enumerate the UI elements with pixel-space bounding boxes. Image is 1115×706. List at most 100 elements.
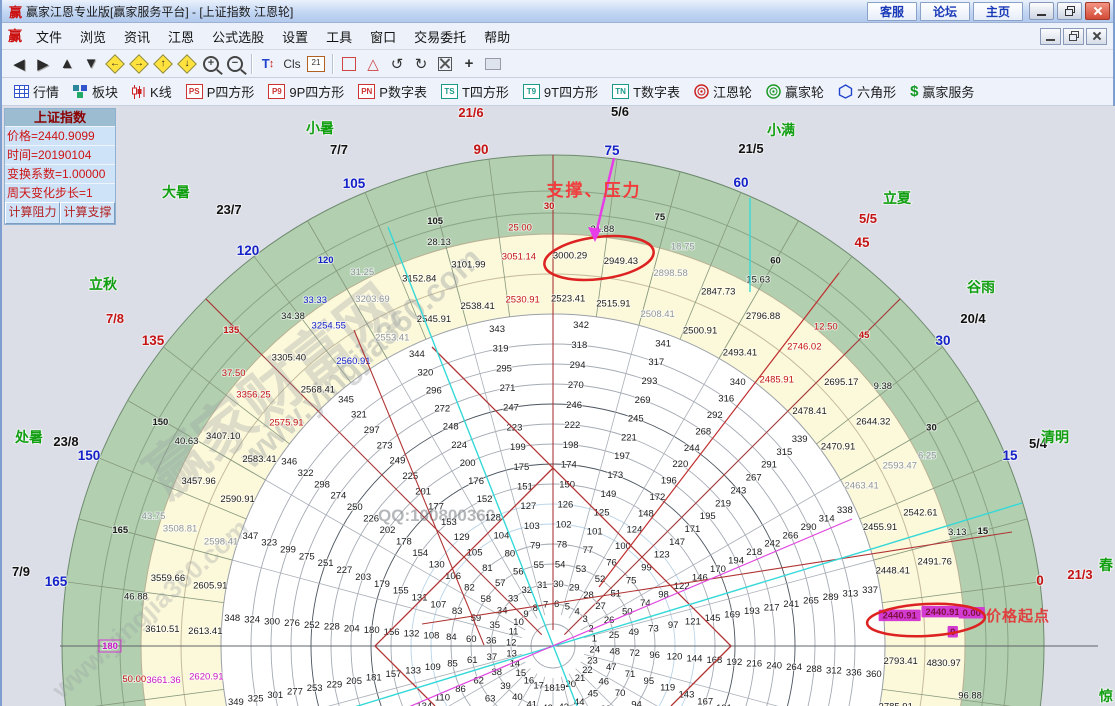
svg-text:144: 144 [687, 653, 703, 664]
svg-text:3000.29: 3000.29 [553, 250, 587, 261]
svg-text:78: 78 [557, 539, 568, 550]
down-triangle-icon[interactable]: ▼ [79, 53, 103, 75]
svg-text:15: 15 [978, 526, 989, 537]
p-square[interactable]: PSP四方形 [179, 82, 262, 101]
svg-text:73: 73 [648, 623, 659, 634]
time-row: 时间=20190104 [5, 145, 115, 164]
kline[interactable]: K线 [125, 82, 179, 101]
menu-item-7[interactable]: 窗口 [361, 25, 405, 48]
rotate-cw-icon[interactable]: ↻ [409, 53, 433, 75]
child-close-button[interactable] [1086, 28, 1107, 45]
zoom-in-icon[interactable]: + [199, 53, 223, 75]
svg-text:360: 360 [866, 669, 882, 680]
t-square[interactable]: TST四方形 [434, 82, 516, 101]
market-quotes[interactable]: 行情 [7, 82, 66, 101]
svg-text:23/7: 23/7 [216, 202, 241, 217]
svg-text:102: 102 [556, 519, 572, 530]
svg-text:18.75: 18.75 [671, 242, 695, 253]
child-minimize-button[interactable] [1040, 28, 1061, 45]
svg-text:298: 298 [314, 479, 330, 490]
customer-service-button[interactable]: 客服 [867, 2, 917, 21]
svg-text:293: 293 [642, 376, 658, 387]
close-button[interactable] [1085, 2, 1110, 20]
menu-item-6[interactable]: 工具 [317, 25, 361, 48]
svg-text:5/6: 5/6 [611, 106, 629, 119]
winner-service[interactable]: $赢家服务 [903, 82, 981, 101]
gann-wheel-canvas[interactable]: 赢家财富网www.yingjia360.comwww.yingjia360.co… [2, 106, 1115, 706]
gann-wheel[interactable]: 江恩轮 [687, 82, 759, 101]
svg-text:217: 217 [764, 602, 780, 613]
up-triangle-icon[interactable]: ▲ [55, 53, 79, 75]
svg-text:290: 290 [801, 522, 817, 533]
restore-button[interactable] [1057, 2, 1082, 20]
svg-text:105: 105 [467, 548, 483, 559]
svg-text:150: 150 [152, 417, 168, 428]
pan-down-icon[interactable]: ↓ [175, 53, 199, 75]
cls-icon[interactable]: Cls [280, 53, 304, 75]
menu-item-1[interactable]: 浏览 [71, 25, 115, 48]
svg-text:95: 95 [644, 676, 655, 687]
winner-wheel[interactable]: 赢家轮 [759, 82, 831, 101]
svg-text:2440.91: 2440.91 [925, 607, 960, 618]
svg-text:101: 101 [587, 526, 603, 537]
svg-text:9.38: 9.38 [874, 381, 893, 392]
menu-item-2[interactable]: 资讯 [115, 25, 159, 48]
svg-text:30: 30 [544, 201, 555, 212]
forward-icon[interactable]: ▶ [31, 53, 55, 75]
svg-text:167: 167 [697, 696, 713, 706]
pan-right-icon[interactable]: → [127, 53, 151, 75]
menu-item-9[interactable]: 帮助 [475, 25, 519, 48]
back-icon[interactable]: ◀ [7, 53, 31, 75]
t9-square[interactable]: T99T四方形 [516, 82, 605, 101]
homepage-button[interactable]: 主页 [973, 2, 1023, 21]
t-updown-icon[interactable]: T↕ [256, 53, 280, 75]
square-tool-icon[interactable] [337, 53, 361, 75]
svg-text:6: 6 [554, 599, 559, 610]
zoom-out-icon[interactable]: − [223, 53, 247, 75]
menu-item-5[interactable]: 设置 [273, 25, 317, 48]
svg-text:75: 75 [626, 575, 637, 586]
svg-text:288: 288 [806, 664, 822, 675]
center-icon[interactable]: + [457, 53, 481, 75]
forum-button[interactable]: 论坛 [920, 2, 970, 21]
calendar-icon[interactable]: 21 [304, 53, 328, 75]
svg-text:320: 320 [417, 367, 433, 378]
t-number-table[interactable]: TNT数字表 [605, 82, 687, 101]
svg-text:30: 30 [935, 333, 950, 348]
menu-item-4[interactable]: 公式选股 [203, 25, 273, 48]
calc-resistance-button[interactable]: 计算阻力 [5, 202, 60, 224]
svg-text:322: 322 [298, 468, 314, 479]
svg-text:169: 169 [724, 609, 740, 620]
p-number-table[interactable]: PNP数字表 [351, 82, 434, 101]
svg-text:248: 248 [443, 422, 459, 433]
xbox-icon[interactable] [433, 53, 457, 75]
menu-item-0[interactable]: 文件 [27, 25, 71, 48]
svg-text:342: 342 [573, 320, 589, 331]
minimize-button[interactable] [1029, 2, 1054, 20]
calc-support-button[interactable]: 计算支撑 [60, 202, 115, 224]
menu-item-3[interactable]: 江恩 [159, 25, 203, 48]
triangle-tool-icon[interactable]: △ [361, 53, 385, 75]
svg-text:200: 200 [460, 458, 476, 469]
coefficient-row: 变换系数=1.00000 [5, 164, 115, 183]
svg-text:265: 265 [803, 596, 819, 607]
svg-text:83: 83 [452, 606, 463, 617]
p9-square[interactable]: P99P四方形 [261, 82, 351, 101]
svg-text:130: 130 [429, 560, 445, 571]
svg-text:2448.41: 2448.41 [876, 566, 910, 577]
svg-text:84: 84 [446, 632, 457, 643]
svg-text:立秋: 立秋 [89, 276, 118, 292]
pan-up-icon[interactable]: ↑ [151, 53, 175, 75]
child-restore-button[interactable] [1063, 28, 1084, 45]
svg-text:120: 120 [237, 243, 260, 258]
svg-text:23: 23 [587, 655, 598, 666]
menu-item-8[interactable]: 交易委托 [405, 25, 475, 48]
sectors[interactable]: 板块 [66, 82, 125, 101]
hexagon[interactable]: 六角形 [831, 82, 903, 101]
svg-text:52: 52 [595, 574, 606, 585]
svg-text:36: 36 [486, 636, 497, 647]
pan-left-icon[interactable]: ← [103, 53, 127, 75]
screen-icon[interactable] [481, 53, 505, 75]
svg-text:2470.91: 2470.91 [821, 441, 855, 452]
rotate-ccw-icon[interactable]: ↺ [385, 53, 409, 75]
